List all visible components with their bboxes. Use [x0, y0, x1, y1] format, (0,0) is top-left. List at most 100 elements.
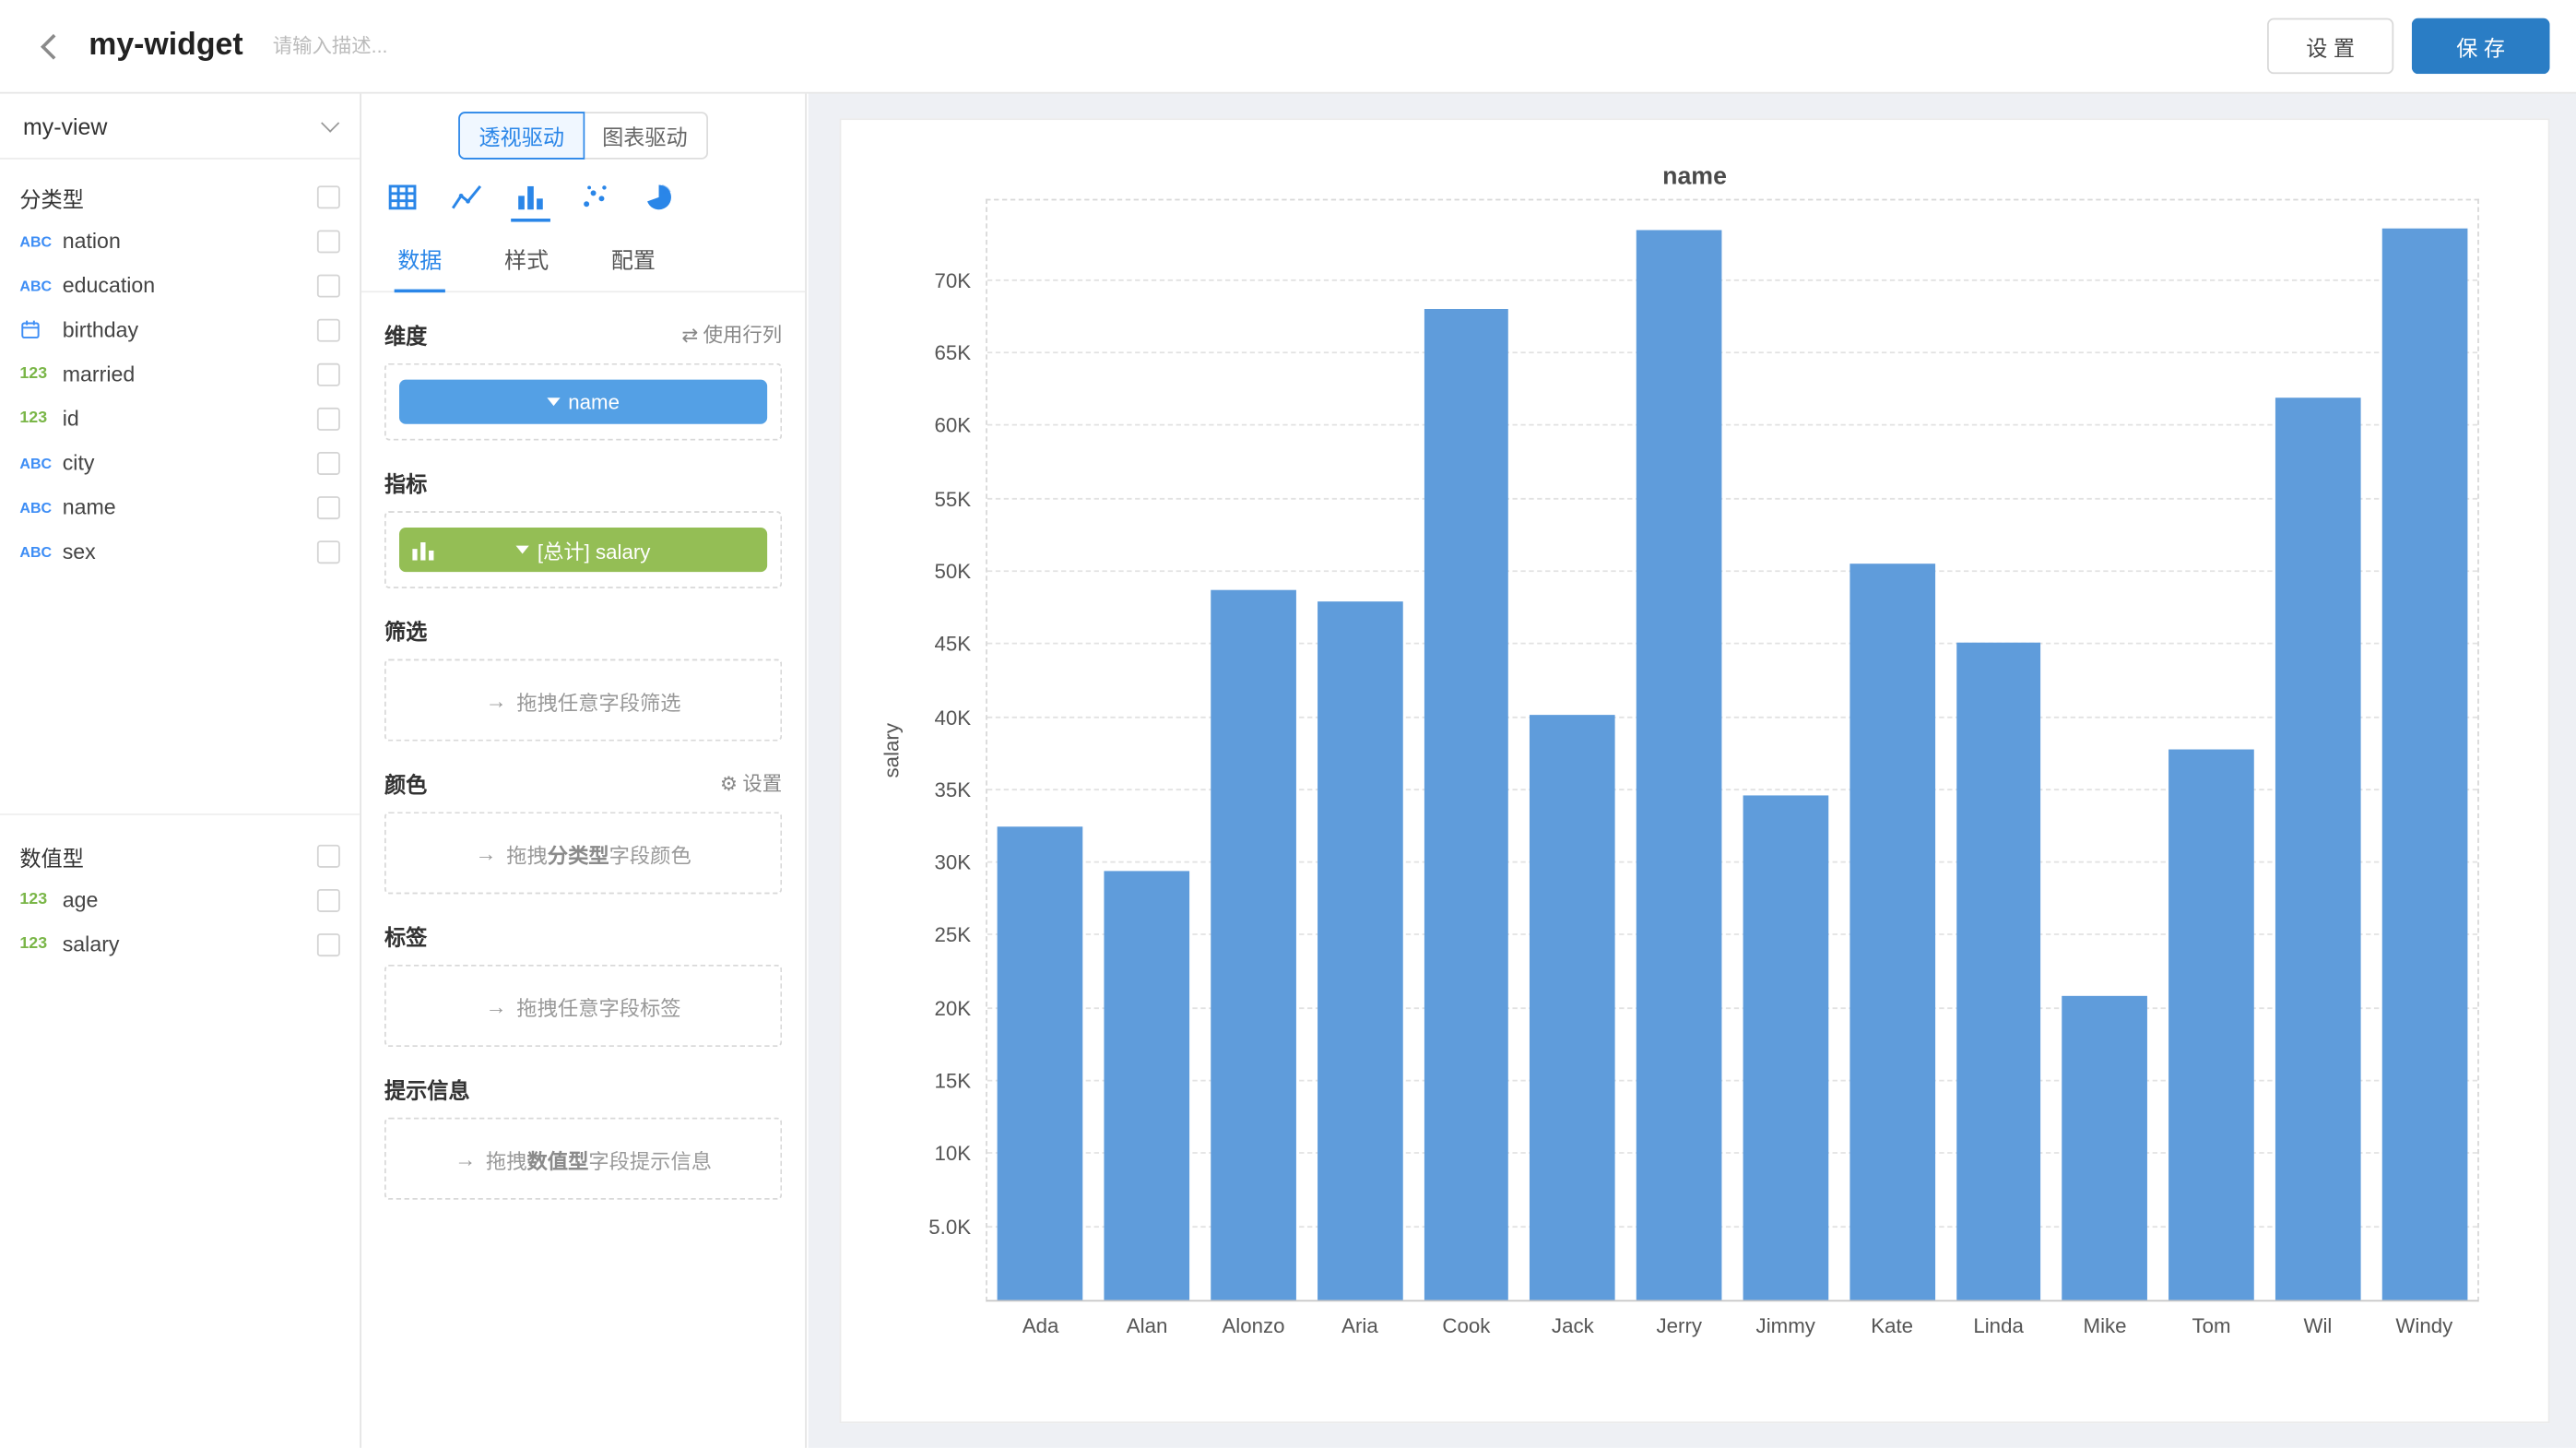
field-checkbox[interactable] [317, 888, 340, 911]
field-item-id[interactable]: 123id [0, 396, 360, 440]
field-checkbox[interactable] [317, 230, 340, 253]
field-item-nation[interactable]: ABCnation [0, 219, 360, 263]
x-tick-label: Tom [2192, 1315, 2230, 1338]
field-item-city[interactable]: ABCcity [0, 441, 360, 485]
gear-icon: ⚙ [720, 772, 738, 795]
bar-Linda[interactable] [1956, 642, 2040, 1300]
chevron-left-icon [40, 33, 65, 59]
filter-drop-zone[interactable]: → 拖拽任意字段筛选 [384, 659, 782, 742]
bar-Aria[interactable] [1318, 601, 1402, 1300]
field-item-education[interactable]: ABCeducation [0, 263, 360, 307]
metric-section-label: 指标 [384, 467, 782, 498]
y-tick-label: 15K [934, 1070, 971, 1093]
gridline [987, 424, 2477, 426]
field-checkbox[interactable] [317, 932, 340, 955]
description-input[interactable] [273, 34, 634, 57]
chart-title: name [841, 162, 2547, 190]
number-type-icon: 123 [19, 365, 62, 384]
table-icon[interactable] [383, 179, 422, 221]
plot-area: 5.0K10K15K20K25K30K35K40K45K50K55K60K65K… [986, 199, 2479, 1302]
chevron-down-icon [516, 546, 529, 554]
bar-Jerry[interactable] [1637, 230, 1721, 1300]
back-button[interactable] [30, 23, 76, 69]
y-tick-label: 60K [934, 415, 971, 438]
dimension-section-label: 维度 [384, 319, 681, 350]
color-section-label: 颜色 [384, 767, 720, 799]
view-selector[interactable]: my-view [0, 94, 360, 160]
field-checkbox[interactable] [317, 274, 340, 297]
tab-config[interactable]: 配置 [608, 242, 658, 292]
y-tick-label: 70K [934, 269, 971, 292]
bar-chart-icon[interactable] [511, 179, 550, 221]
label-section-label: 标签 [384, 920, 782, 952]
metric-pill-salary[interactable]: [总计] salary [399, 528, 767, 572]
bar-Tom[interactable] [2168, 750, 2253, 1300]
tooltip-drop-zone[interactable]: → 拖拽数值型字段提示信息 [384, 1118, 782, 1200]
y-tick-label: 55K [934, 488, 971, 511]
bar-Mike[interactable] [2062, 995, 2147, 1300]
line-chart-icon[interactable] [447, 179, 487, 221]
y-tick-label: 40K [934, 706, 971, 729]
text-type-icon: ABC [19, 232, 62, 249]
field-checkbox[interactable] [317, 495, 340, 518]
text-type-icon: ABC [19, 455, 62, 471]
bar-Alan[interactable] [1105, 871, 1189, 1300]
mode-chart-button[interactable]: 图表驱动 [584, 112, 707, 160]
bar-Cook[interactable] [1424, 310, 1508, 1300]
swap-icon: ⇄ [681, 323, 698, 346]
label-drop-zone[interactable]: → 拖拽任意字段标签 [384, 965, 782, 1047]
dimension-drop-zone[interactable]: name [384, 363, 782, 441]
x-tick-label: Jerry [1657, 1315, 1703, 1338]
bar-Alonzo[interactable] [1211, 589, 1295, 1300]
mode-pivot-button[interactable]: 透视驱动 [459, 112, 584, 160]
field-item-name[interactable]: ABCname [0, 485, 360, 529]
field-item-sex[interactable]: ABCsex [0, 529, 360, 574]
filter-hint: 拖拽任意字段筛选 [516, 684, 680, 716]
field-checkbox[interactable] [317, 540, 340, 563]
field-label: nation [63, 229, 317, 254]
bar-Kate[interactable] [1849, 564, 1934, 1300]
panel-sections: 维度 ⇄ 使用行列 name 指标 [361, 319, 805, 1200]
metric-drop-zone[interactable]: [总计] salary [384, 511, 782, 588]
chart-preview-area: name salary 5.0K10K15K20K25K30K35K40K45K… [809, 94, 2576, 1448]
x-tick-label: Jimmy [1756, 1315, 1815, 1338]
save-button[interactable]: 保 存 [2412, 18, 2550, 75]
x-tick-label: Linda [1973, 1315, 2024, 1338]
bar-Ada[interactable] [998, 826, 1082, 1300]
settings-button[interactable]: 设 置 [2267, 18, 2393, 75]
bar-Windy[interactable] [2381, 228, 2466, 1300]
field-item-salary[interactable]: 123salary [0, 922, 360, 967]
section-checkbox[interactable] [317, 845, 340, 868]
panel-tabs: 数据 样式 配置 [361, 222, 805, 293]
bar-Jack[interactable] [1530, 715, 1615, 1300]
field-checkbox[interactable] [317, 407, 340, 430]
field-checkbox[interactable] [317, 362, 340, 386]
x-tick-label: Cook [1442, 1315, 1490, 1338]
x-tick-label: Alonzo [1222, 1315, 1284, 1338]
field-item-age[interactable]: 123age [0, 878, 360, 922]
field-label: sex [63, 539, 317, 564]
field-sections: 分类型ABCnationABCeducationbirthday123marri… [0, 176, 360, 967]
field-checkbox[interactable] [317, 318, 340, 341]
pie-icon[interactable] [639, 179, 679, 221]
bar-Wil[interactable] [2275, 398, 2360, 1300]
use-rows-cols-button[interactable]: ⇄ 使用行列 [681, 320, 782, 348]
tooltip-hint: 拖拽数值型字段提示信息 [486, 1143, 712, 1174]
x-tick-label: Aria [1341, 1315, 1378, 1338]
number-type-icon: 123 [19, 409, 62, 428]
dimension-pill-label: name [568, 390, 620, 413]
chart-type-switcher [361, 160, 805, 222]
field-item-married[interactable]: 123married [0, 351, 360, 396]
scatter-icon[interactable] [575, 179, 615, 221]
tab-data[interactable]: 数据 [395, 242, 445, 292]
dimension-pill-name[interactable]: name [399, 380, 767, 424]
tab-style[interactable]: 样式 [501, 242, 551, 292]
color-settings-button[interactable]: ⚙ 设置 [720, 769, 782, 797]
field-label: city [63, 450, 317, 475]
field-checkbox[interactable] [317, 451, 340, 474]
bar-Jimmy[interactable] [1743, 796, 1828, 1300]
section-checkbox[interactable] [317, 185, 340, 208]
y-tick-label: 35K [934, 778, 971, 801]
color-drop-zone[interactable]: → 拖拽分类型字段颜色 [384, 812, 782, 894]
field-item-birthday[interactable]: birthday [0, 307, 360, 351]
